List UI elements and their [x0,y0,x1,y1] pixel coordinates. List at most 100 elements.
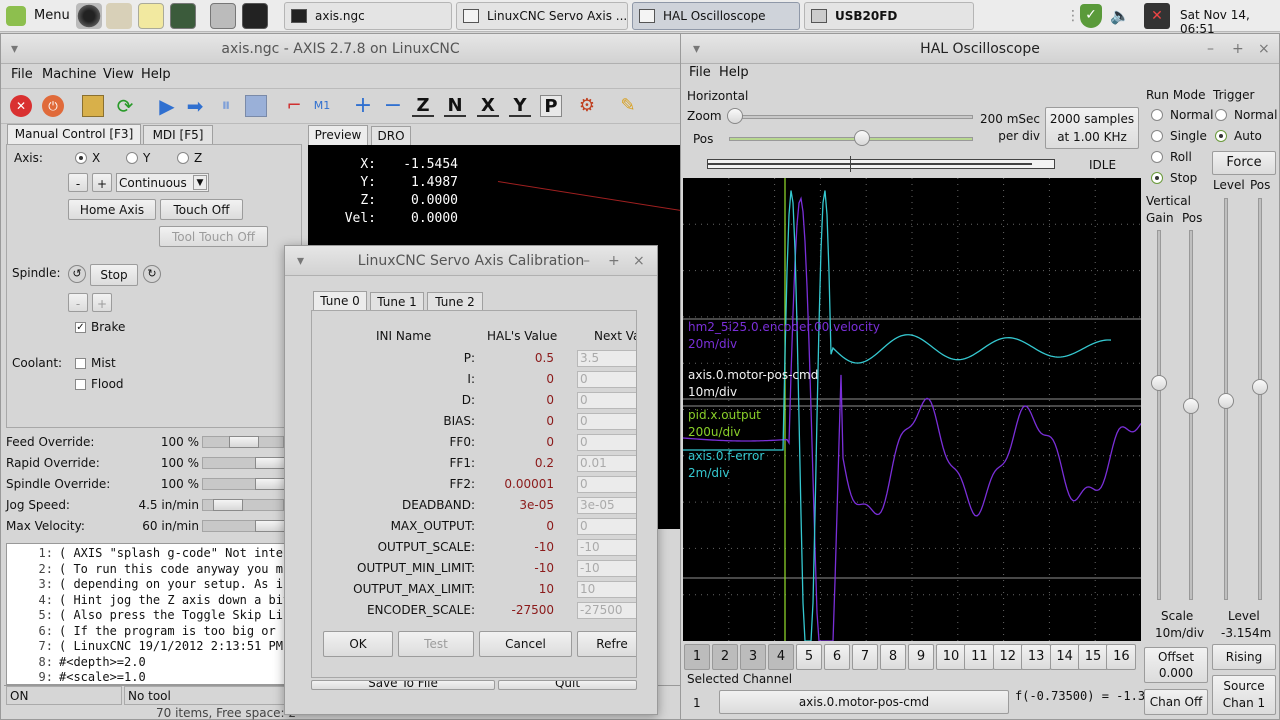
menu-view[interactable]: View [103,64,134,86]
next-value-field[interactable]: 0 [577,476,636,493]
zoom-in-icon[interactable]: + [352,95,374,117]
files-icon[interactable] [210,3,236,29]
tab-preview[interactable]: Preview [308,125,368,145]
channel-button-5[interactable]: 5 [796,644,822,670]
stop-icon[interactable] [245,95,267,117]
terminal-window-icon[interactable] [170,3,196,29]
channel-button-11[interactable]: 11 [964,644,995,670]
block-delete-icon[interactable]: ⌐ [283,95,305,117]
gcode-line[interactable]: 2: ( To run this code anyway you mi [7,562,290,576]
trigger-level-slider-knob[interactable] [1218,393,1234,409]
tab-tune-2[interactable]: Tune 2 [427,292,483,311]
menu-file[interactable]: File [11,64,33,86]
menu-file[interactable]: File [689,62,711,84]
run-icon[interactable]: ▶ [156,95,178,117]
force-button[interactable]: Force [1212,151,1276,175]
channel-button-7[interactable]: 7 [852,644,878,670]
menu-help[interactable]: Help [141,64,171,86]
volume-icon[interactable]: 🔈 [1110,6,1130,25]
view-x-icon[interactable]: X [477,95,499,117]
close-icon[interactable]: × [1258,34,1270,64]
quit-button[interactable]: Quit [498,680,637,690]
pos-slider[interactable] [729,137,973,141]
spindle-plus-button[interactable]: + [92,293,112,312]
next-value-field[interactable]: -10 [577,560,636,577]
gcode-line[interactable]: 8: #<depth>=2.0 [7,655,146,669]
flood-checkbox[interactable] [75,379,86,390]
channel-button-10[interactable]: 10 [936,644,966,670]
jog-minus-button[interactable]: - [68,173,88,192]
trigger-radio-auto[interactable] [1215,130,1227,142]
next-value-field[interactable]: -10 [577,539,636,556]
rising-button[interactable]: Rising [1212,644,1276,670]
next-value-field[interactable]: 0 [577,392,636,409]
override-slider-knob[interactable] [255,457,285,469]
reload-icon[interactable]: ⟳ [114,95,136,117]
vertical-pos-slider[interactable] [1189,230,1193,600]
spindle-minus-button[interactable]: - [68,293,88,312]
menu-help[interactable]: Help [719,62,749,84]
menu-button[interactable]: Menu [4,3,70,29]
gcode-line[interactable]: 9: #<scale>=1.0 [7,670,146,684]
menu-machine[interactable]: Machine [42,64,96,86]
channel-button-6[interactable]: 6 [824,644,850,670]
run-mode-radio-normal[interactable] [1151,109,1163,121]
tab-tune-1[interactable]: Tune 1 [370,292,424,311]
optional-stop-icon[interactable]: M1 [311,95,333,117]
channel-button-8[interactable]: 8 [880,644,906,670]
window-menu-icon[interactable]: ▾ [11,34,18,64]
gcode-line[interactable]: 6: ( If the program is too big or s [7,624,290,638]
offset-button[interactable]: Offset 0.000 [1144,647,1208,683]
test-button[interactable]: Test [398,631,474,657]
view-z-icon[interactable]: Z [412,95,434,117]
home-axis-button[interactable]: Home Axis [68,199,156,220]
chan-off-button[interactable]: Chan Off [1144,689,1208,715]
taskbar-item-halscope[interactable]: HAL Oscilloscope [632,2,800,30]
gcode-line[interactable]: 5: ( Also press the Toggle Skip Lir [7,608,290,622]
next-value-field[interactable]: 0 [577,413,636,430]
next-value-field[interactable]: 3.5 [577,350,636,367]
zoom-slider-knob[interactable] [727,108,743,124]
view-y-icon[interactable]: Y [509,95,531,117]
run-mode-radio-roll[interactable] [1151,151,1163,163]
rotate-icon[interactable]: ⚙ [576,95,598,117]
text-editor-icon[interactable] [138,3,164,29]
source-button[interactable]: Source Chan 1 [1212,675,1276,715]
taskbar-item-axis[interactable]: axis.ngc [284,2,452,30]
trigger-pos-slider[interactable] [1258,198,1262,600]
maximize-icon[interactable]: + [608,246,620,276]
trigger-radio-normal[interactable] [1215,109,1227,121]
channel-button-12[interactable]: 12 [992,644,1023,670]
clear-plot-icon[interactable]: ✎ [617,95,639,117]
selected-channel-button[interactable]: axis.0.motor-pos-cmd [719,690,1009,714]
gcode-listing[interactable]: 1: ( AXIS "splash g-code" Not inter 2: ( To… [6,543,291,685]
view-z2-icon[interactable]: N [444,95,466,117]
gcode-line[interactable]: 4: ( Hint jog the Z axis down a bit [7,593,290,607]
next-value-field[interactable]: -27500 [577,602,636,619]
close-icon[interactable]: × [633,246,645,276]
network-icon[interactable]: ✕ [1144,3,1170,29]
channel-button-14[interactable]: 14 [1049,644,1080,670]
override-slider-knob[interactable] [229,436,259,448]
override-slider[interactable] [202,520,285,532]
channel-button-2[interactable]: 2 [712,644,738,670]
override-slider[interactable] [202,478,285,490]
tab-tune-0[interactable]: Tune 0 [313,291,367,311]
pos-slider-knob[interactable] [854,130,870,146]
channel-button-9[interactable]: 9 [908,644,934,670]
save-to-file-button[interactable]: Save To File [311,680,495,690]
override-slider[interactable] [202,436,284,448]
next-value-field[interactable]: 10 [577,581,636,598]
step-icon[interactable]: ➡ [184,95,206,117]
taskbar-item-calibration[interactable]: LinuxCNC Servo Axis ... [456,2,628,30]
channel-button-1[interactable]: 1 [684,644,710,670]
override-slider-knob[interactable] [213,499,243,511]
spindle-cw-icon[interactable]: ↻ [143,265,161,283]
clock[interactable]: Sat Nov 14, 06:51 [1180,8,1280,36]
pause-icon[interactable]: ⏸ [215,95,237,117]
minimize-icon[interactable]: – [583,246,590,276]
minimize-icon[interactable]: – [1207,34,1214,64]
gain-slider[interactable] [1157,230,1161,600]
tab-manual-control[interactable]: Manual Control [F3] [7,124,141,144]
window-menu-icon[interactable]: ▾ [693,34,700,64]
